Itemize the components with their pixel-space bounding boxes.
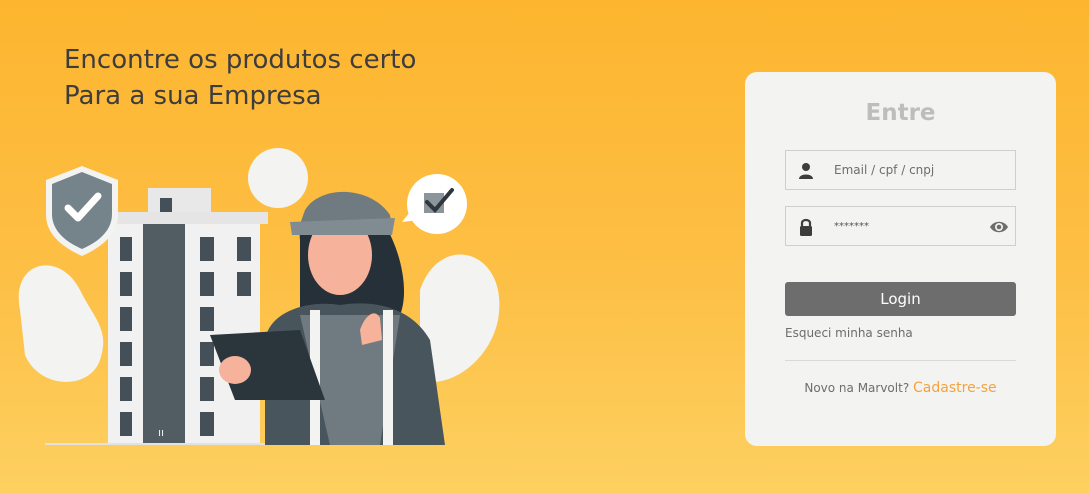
signup-prompt: Novo na Marvolt?	[804, 381, 910, 395]
hero-headline-line-1: Encontre os produtos certo	[64, 45, 417, 75]
login-button[interactable]: Login	[785, 282, 1016, 316]
login-title: Entre	[865, 100, 936, 126]
lock-icon	[800, 218, 812, 236]
hero-headline-line-2: Para a sua Empresa	[64, 81, 322, 111]
worker-building-illustration: ıı	[18, 148, 500, 445]
login-card: Entre Login Esqueci minha senha Novo na …	[745, 72, 1056, 446]
background-blob-left	[18, 265, 104, 382]
checkbox-bubble-icon	[402, 174, 467, 234]
password-field[interactable]	[785, 206, 1016, 246]
signup-row: Novo na Marvolt? Cadastre-se	[745, 380, 1056, 396]
eye-icon[interactable]	[989, 218, 1009, 236]
password-input[interactable]	[832, 213, 982, 239]
shield-check-icon	[46, 166, 118, 256]
email-input[interactable]	[832, 157, 982, 183]
email-field[interactable]	[785, 150, 1016, 190]
hero-headline: Encontre os produtos certo Para a sua Em…	[64, 42, 416, 114]
user-icon	[799, 163, 813, 179]
background-circle	[248, 148, 308, 208]
forgot-password-link[interactable]: Esqueci minha senha	[785, 326, 913, 340]
divider	[785, 360, 1016, 361]
signup-link[interactable]: Cadastre-se	[913, 380, 997, 396]
svg-text:ıı: ıı	[158, 426, 164, 439]
